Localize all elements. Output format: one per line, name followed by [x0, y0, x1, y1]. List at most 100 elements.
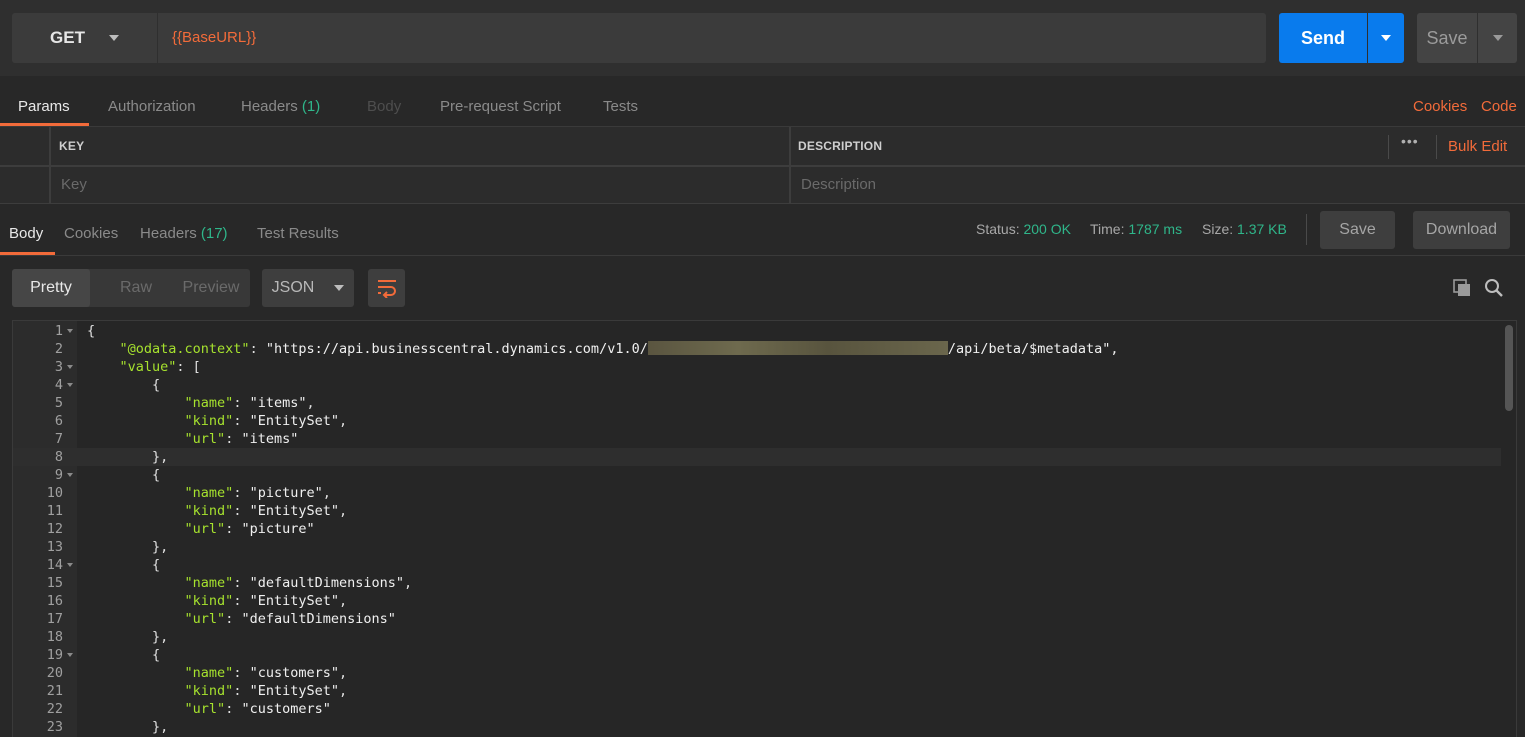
- code-text: {: [87, 377, 161, 393]
- line-number: 23: [46, 719, 63, 735]
- format-dropdown[interactable]: JSON: [262, 269, 354, 307]
- code-line: 15 "name": "defaultDimensions",: [13, 574, 1501, 592]
- line-number: 16: [46, 593, 63, 609]
- code-text: {: [87, 323, 96, 339]
- method-dropdown[interactable]: GET: [12, 13, 157, 63]
- key-input[interactable]: Key: [61, 176, 87, 193]
- line-number: 7: [54, 431, 63, 447]
- chevron-down-icon: [1381, 35, 1391, 41]
- code-text: },: [87, 629, 169, 645]
- line-number: 14: [46, 557, 63, 573]
- tab-label: Tests: [603, 98, 639, 115]
- description-column-header: DESCRIPTION: [798, 139, 883, 153]
- size-value: 1.37 KB: [1237, 221, 1287, 237]
- key-column-header: KEY: [59, 139, 85, 153]
- search-icon[interactable]: [1484, 278, 1504, 302]
- code-text: "name": "picture",: [184, 485, 331, 501]
- format-label: JSON: [271, 279, 315, 296]
- chevron-down-icon: [334, 285, 345, 291]
- line-number: 2: [54, 341, 63, 357]
- code-line: 4 {: [13, 376, 1501, 394]
- code-text: "name": "items",: [184, 395, 315, 411]
- tab-params[interactable]: Params: [18, 88, 70, 125]
- size-label: Size:: [1202, 221, 1234, 237]
- save-response-button[interactable]: Save: [1320, 211, 1395, 249]
- code-line: 8 },: [13, 448, 1501, 466]
- chevron-down-icon: [1492, 35, 1503, 41]
- code-line: 17 "url": "defaultDimensions": [13, 610, 1501, 628]
- divider: [1388, 135, 1389, 159]
- code-text: "name": "defaultDimensions",: [184, 575, 413, 591]
- line-number: 18: [46, 629, 63, 645]
- tab-response-cookies[interactable]: Cookies: [64, 215, 118, 252]
- view-mode-switch: Pretty Raw Preview: [12, 269, 250, 307]
- copy-icon[interactable]: [1452, 278, 1472, 302]
- code-link[interactable]: Code: [1481, 98, 1517, 115]
- pretty-mode-button[interactable]: Pretty: [12, 269, 90, 307]
- code-line: 16 "kind": "EntitySet",: [13, 592, 1501, 610]
- code-line: 3 "value": [: [13, 358, 1501, 376]
- tab-headers[interactable]: Headers (1): [241, 88, 320, 125]
- raw-mode-button[interactable]: Raw: [100, 269, 172, 307]
- code-line: 11 "kind": "EntitySet",: [13, 502, 1501, 520]
- preview-mode-button[interactable]: Preview: [172, 269, 250, 307]
- save-request-button[interactable]: Save: [1417, 13, 1477, 63]
- bulk-edit-link[interactable]: Bulk Edit: [1448, 138, 1507, 155]
- code-line: 21 "kind": "EntitySet",: [13, 682, 1501, 700]
- tab-body[interactable]: Body: [367, 88, 401, 125]
- fold-arrow-icon[interactable]: [67, 365, 73, 369]
- tab-label: Body: [367, 98, 402, 115]
- tab-authorization[interactable]: Authorization: [108, 88, 196, 125]
- code-line: 6 "kind": "EntitySet",: [13, 412, 1501, 430]
- divider: [0, 165, 1525, 167]
- line-number: 6: [54, 413, 63, 429]
- tab-test-results[interactable]: Test Results: [257, 215, 339, 252]
- description-input[interactable]: Description: [801, 176, 876, 193]
- size-readout: Size: 1.37 KB: [1202, 221, 1287, 237]
- vertical-scrollbar[interactable]: [1505, 325, 1513, 411]
- code-text: "kind": "EntitySet",: [184, 683, 348, 699]
- code-line: 12 "url": "picture": [13, 520, 1501, 538]
- fold-arrow-icon[interactable]: [67, 383, 73, 387]
- send-button[interactable]: Send: [1279, 13, 1367, 63]
- tab-label: Body: [9, 225, 44, 242]
- redacted-segment: [647, 341, 948, 355]
- fold-arrow-icon[interactable]: [67, 329, 73, 333]
- chevron-down-icon: [108, 35, 119, 41]
- fold-arrow-icon[interactable]: [67, 473, 73, 477]
- wrap-lines-button[interactable]: [368, 269, 405, 307]
- tab-tests[interactable]: Tests: [603, 88, 638, 125]
- fold-arrow-icon[interactable]: [67, 653, 73, 657]
- more-options-icon[interactable]: •••: [1401, 133, 1419, 149]
- code-line: 7 "url": "items": [13, 430, 1501, 448]
- line-number: 8: [54, 449, 63, 465]
- tab-response-headers[interactable]: Headers (17): [140, 215, 228, 252]
- code-line: 9 {: [13, 466, 1501, 484]
- fold-arrow-icon[interactable]: [67, 563, 73, 567]
- save-options-button[interactable]: [1478, 13, 1517, 63]
- code-line: 18 },: [13, 628, 1501, 646]
- url-input[interactable]: {{BaseURL}}: [157, 13, 1266, 63]
- cookies-link[interactable]: Cookies: [1413, 98, 1467, 115]
- line-number: 10: [46, 485, 63, 501]
- code-text: "url": "items": [184, 431, 299, 447]
- line-number: 22: [46, 701, 63, 717]
- tab-label: Cookies: [64, 225, 119, 242]
- line-number: 12: [46, 521, 63, 537]
- code-line: 22 "url": "customers": [13, 700, 1501, 718]
- tab-label: Params: [18, 98, 70, 115]
- line-number: 17: [46, 611, 63, 627]
- line-number: 15: [46, 575, 63, 591]
- wrap-lines-icon: [377, 280, 396, 298]
- tab-label: Authorization: [108, 98, 196, 115]
- code-text: },: [87, 539, 169, 555]
- tab-count-badge: (1): [301, 98, 321, 115]
- send-options-button[interactable]: [1368, 13, 1404, 63]
- response-editor[interactable]: 1{2 "@odata.context": "https://api.busin…: [12, 320, 1517, 737]
- code-line: 19 {: [13, 646, 1501, 664]
- tab-response-body[interactable]: Body: [9, 215, 43, 252]
- code-text: "url": "customers": [184, 701, 331, 717]
- divider: [1436, 135, 1437, 159]
- download-button[interactable]: Download: [1413, 211, 1510, 249]
- tab-pre-request-script[interactable]: Pre-request Script: [440, 88, 561, 125]
